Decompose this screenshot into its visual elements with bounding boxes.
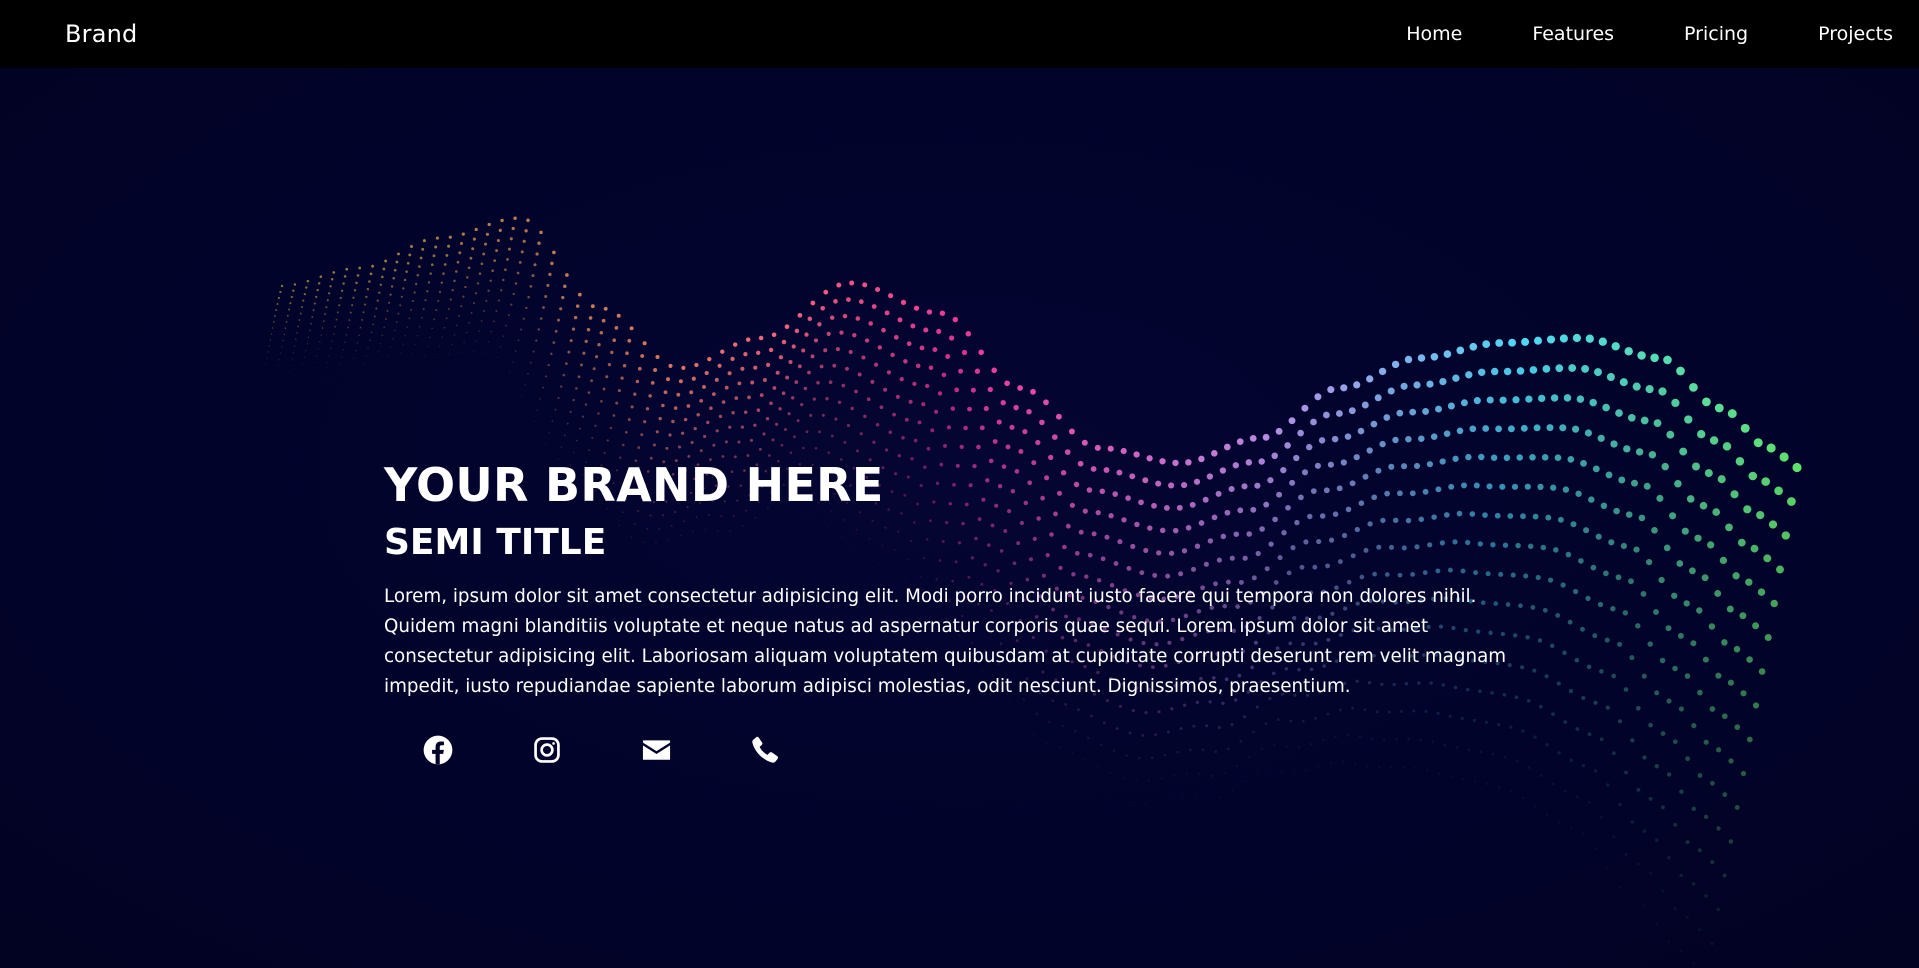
- phone-link[interactable]: [747, 732, 783, 768]
- envelope-icon: [641, 738, 672, 762]
- nav-link-projects[interactable]: Projects: [1818, 23, 1893, 45]
- hero-title: YOUR BRAND HERE: [384, 458, 884, 512]
- social-links: [420, 732, 1534, 768]
- nav-link-home[interactable]: Home: [1406, 23, 1462, 45]
- hero-content: YOUR BRAND HERE SEMI TITLE Lorem, ipsum …: [384, 456, 1534, 768]
- email-link[interactable]: [638, 732, 674, 768]
- facebook-link[interactable]: [420, 732, 456, 768]
- navbar: Brand Home Features Pricing Projects: [0, 0, 1919, 68]
- instagram-icon: [533, 736, 561, 764]
- nav-link-features[interactable]: Features: [1532, 23, 1614, 45]
- nav-links: Home Features Pricing Projects: [1336, 23, 1893, 45]
- instagram-link[interactable]: [529, 732, 565, 768]
- nav-link-pricing[interactable]: Pricing: [1684, 23, 1748, 45]
- brand-logo[interactable]: Brand: [65, 20, 137, 48]
- phone-icon: [750, 735, 780, 765]
- hero-section: YOUR BRAND HERE SEMI TITLE Lorem, ipsum …: [0, 68, 1919, 968]
- hero-paragraph: Lorem, ipsum dolor sit amet consectetur …: [384, 586, 1507, 697]
- facebook-icon: [423, 735, 453, 765]
- hero-subtitle: SEMI TITLE: [384, 522, 607, 563]
